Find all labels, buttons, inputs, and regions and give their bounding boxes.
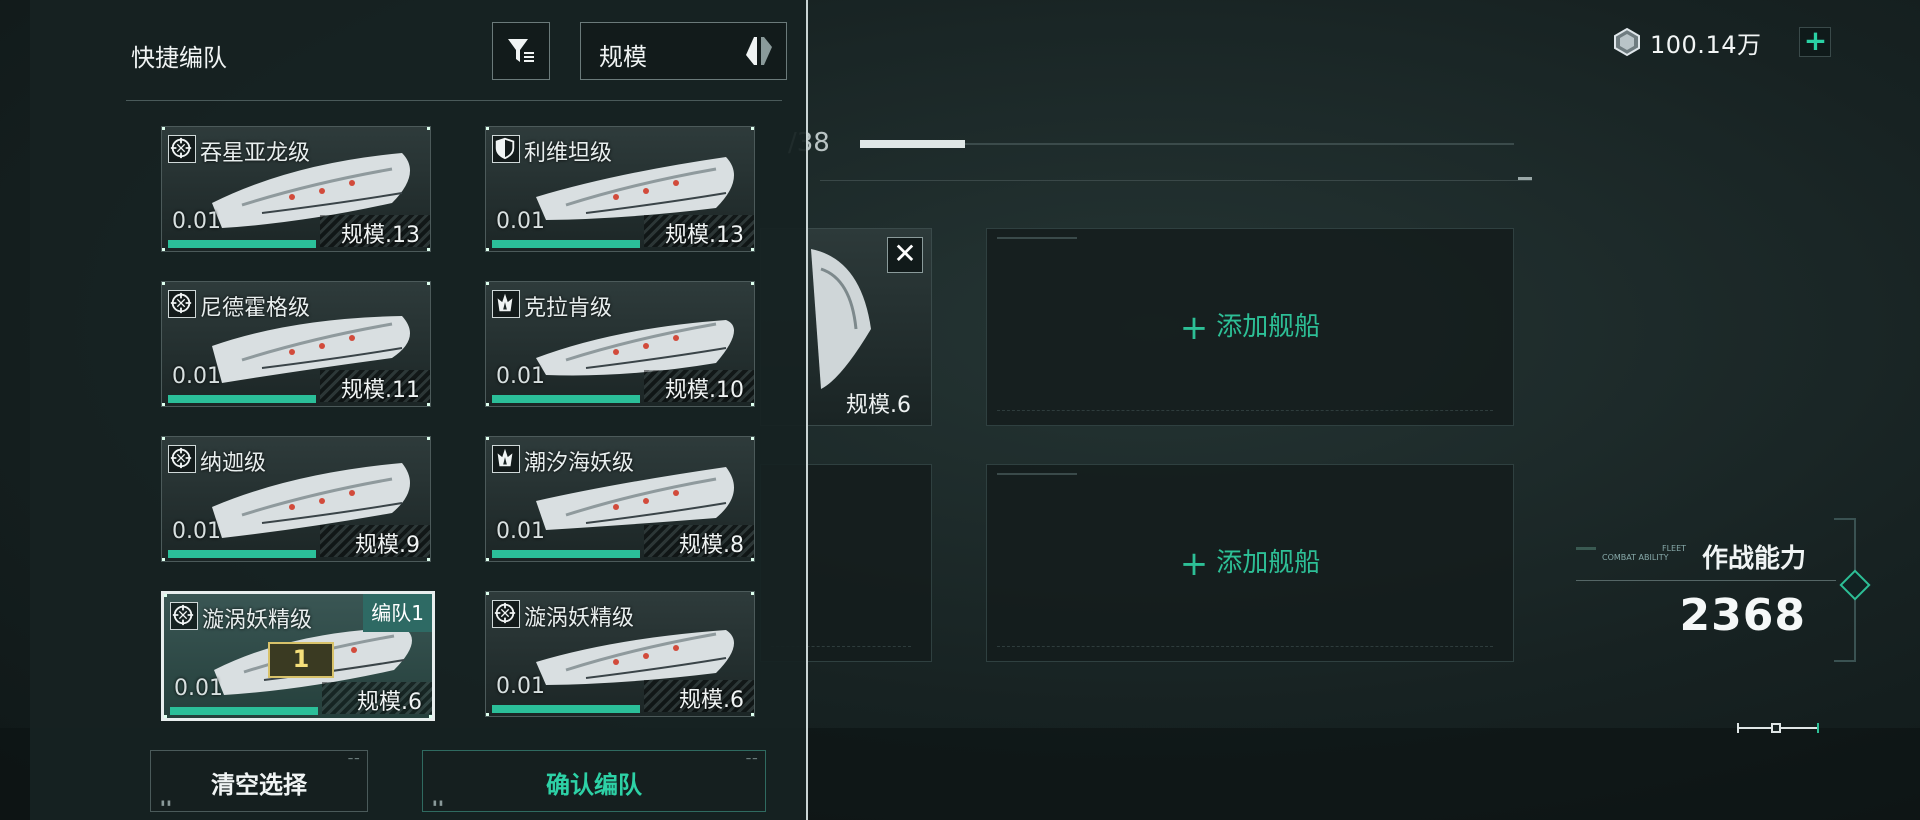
button-decoration: ▮ ▮ xyxy=(433,799,443,807)
ship-value: 0.01 xyxy=(172,519,221,544)
filter-icon xyxy=(508,39,534,62)
ship-card[interactable]: 漩涡妖精级 0.01 规模.6 xyxy=(485,591,755,717)
ship-progress-bar xyxy=(492,705,640,713)
currency-display: 100.14万 + xyxy=(1612,24,1832,60)
add-currency-button[interactable]: + xyxy=(1799,27,1832,57)
ship-scale: 规模.11 xyxy=(341,378,420,403)
ship-name: 潮汐海妖级 xyxy=(524,451,635,476)
crosshair-icon xyxy=(168,290,196,318)
clear-selection-button[interactable]: ━ ━ 清空选择 ▮ ▮ xyxy=(150,750,368,812)
combat-value: 2368 xyxy=(1679,590,1806,641)
crystal-icon xyxy=(1614,27,1640,57)
slot-decoration xyxy=(997,410,1493,415)
ship-name: 漩涡妖精级 xyxy=(524,606,635,631)
shield-icon xyxy=(492,135,520,163)
crosshair-icon xyxy=(492,600,520,628)
ship-progress-bar xyxy=(492,395,640,403)
filter-button[interactable] xyxy=(492,22,550,80)
add-ship-button[interactable]: + 添加舰船 xyxy=(987,306,1513,348)
ship-progress-bar xyxy=(168,550,316,558)
slot-decoration xyxy=(997,473,1077,481)
ship-card[interactable]: 漩涡妖精级 0.01 规模.6 编队1 1 xyxy=(161,591,435,721)
divider xyxy=(820,180,1532,181)
crosshair-icon xyxy=(170,602,198,630)
currency-amount: 100.14万 xyxy=(1650,30,1762,59)
ship-scale: 规模.13 xyxy=(341,223,420,248)
add-ship-button[interactable]: + 添加舰船 xyxy=(987,542,1513,584)
add-ship-slot-2[interactable]: + 添加舰船 xyxy=(986,464,1514,662)
ship-image xyxy=(811,249,871,389)
remove-ship-button[interactable]: ✕ xyxy=(887,237,923,273)
divider xyxy=(1576,580,1836,581)
ship-scale: 规模.9 xyxy=(355,533,420,558)
ship-progress-bar xyxy=(492,550,640,558)
ship-scale: 规模.6 xyxy=(679,688,744,713)
clear-selection-label: 清空选择 xyxy=(211,771,307,799)
ship-card[interactable]: 潮汐海妖级 0.01 规模.8 xyxy=(485,436,755,562)
ship-name: 尼德霍格级 xyxy=(200,296,311,321)
ship-scale: 规模.6 xyxy=(846,393,911,418)
ship-value: 0.01 xyxy=(496,364,545,389)
ship-name: 吞星亚龙级 xyxy=(200,141,311,166)
ship-name: 纳迦级 xyxy=(200,451,267,476)
ship-scale: 规模.10 xyxy=(665,378,744,403)
selection-order-badge: 1 xyxy=(268,642,334,678)
ship-progress-bar xyxy=(168,395,316,403)
flame-icon xyxy=(492,290,520,318)
ship-value: 0.01 xyxy=(172,209,221,234)
combat-ability-panel: FLEET COMBAT ABILITY 作战能力 2368 xyxy=(1576,518,1871,662)
ship-scale: 规模.8 xyxy=(679,533,744,558)
confirm-formation-label: 确认编队 xyxy=(546,771,642,799)
button-decoration: ━ ━ xyxy=(746,755,757,763)
plus-icon: + xyxy=(1179,308,1209,348)
ship-name: 利维坦级 xyxy=(524,141,613,166)
divider xyxy=(126,100,782,101)
ship-progress-bar xyxy=(492,240,640,248)
crosshair-icon xyxy=(168,135,196,163)
ship-scale: 规模.13 xyxy=(665,223,744,248)
ship-name: 克拉肯级 xyxy=(524,296,613,321)
slot-decoration xyxy=(997,237,1077,245)
add-ship-label: 添加舰船 xyxy=(1216,312,1321,342)
slider-handle-icon xyxy=(1737,723,1819,733)
ship-card[interactable]: 尼德霍格级 0.01 规模.11 xyxy=(161,281,431,407)
ship-progress-bar xyxy=(170,707,318,715)
ship-scale: 规模.6 xyxy=(357,690,422,715)
crosshair-icon xyxy=(168,445,196,473)
formation-badge: 编队1 xyxy=(363,594,432,632)
panel-title: 快捷编队 xyxy=(131,44,227,72)
button-decoration: ━ ━ xyxy=(348,755,359,763)
ship-value: 0.01 xyxy=(496,519,545,544)
add-ship-slot-1[interactable]: + 添加舰船 xyxy=(986,228,1514,426)
ship-card[interactable]: 纳迦级 0.01 规模.9 xyxy=(161,436,431,562)
ship-value: 0.01 xyxy=(174,676,223,701)
combat-title: 作战能力 xyxy=(1701,544,1806,574)
ship-progress-bar xyxy=(168,240,316,248)
ship-card[interactable]: 吞星亚龙级 0.01 规模.13 xyxy=(161,126,431,252)
ship-card[interactable]: 利维坦级 0.01 规模.13 xyxy=(485,126,755,252)
sort-dropdown[interactable]: 规模 xyxy=(580,22,787,80)
sort-label: 规模 xyxy=(599,43,647,71)
fleet-progress-fill xyxy=(860,140,965,148)
button-decoration: ▮ ▮ xyxy=(161,799,171,807)
ship-card[interactable]: 克拉肯级 0.01 规模.10 xyxy=(485,281,755,407)
combat-subtitle: FLEET COMBAT ABILITY xyxy=(1576,544,1686,562)
sort-order-icon xyxy=(746,37,772,65)
plus-icon: + xyxy=(1179,544,1209,584)
confirm-formation-button[interactable]: ━ ━ 确认编队 ▮ ▮ xyxy=(422,750,766,812)
slot-decoration xyxy=(997,646,1493,651)
divider-tick xyxy=(1518,177,1532,180)
flame-icon xyxy=(492,445,520,473)
ship-value: 0.01 xyxy=(496,674,545,699)
ship-value: 0.01 xyxy=(172,364,221,389)
ship-value: 0.01 xyxy=(496,209,545,234)
add-ship-label: 添加舰船 xyxy=(1216,548,1321,578)
ship-name: 漩涡妖精级 xyxy=(202,608,313,633)
